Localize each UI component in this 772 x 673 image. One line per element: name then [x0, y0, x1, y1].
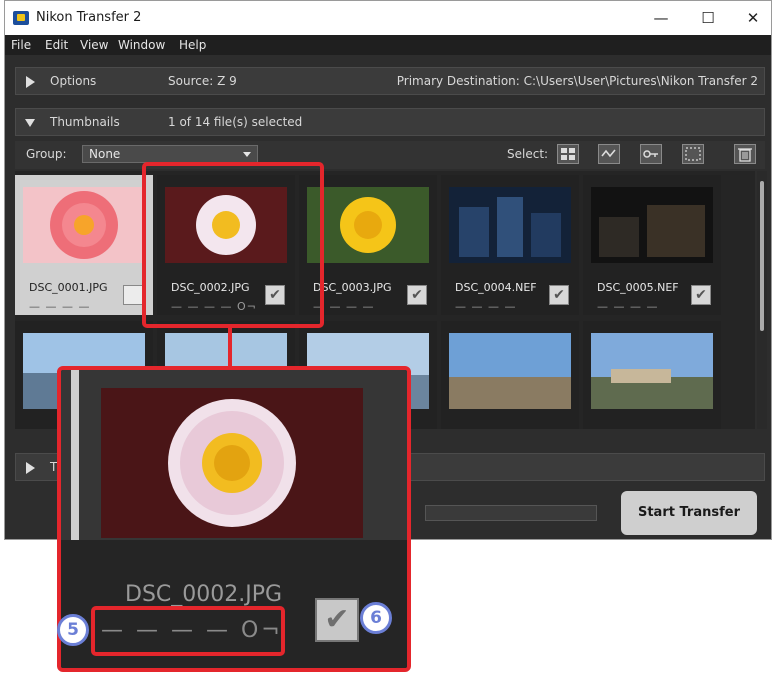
- selection-count: 1 of 14 file(s) selected: [168, 115, 303, 129]
- yellow-rose-photo: [307, 187, 429, 263]
- select-all-icon[interactable]: [557, 144, 579, 164]
- source-label: Source: Z 9: [168, 74, 237, 88]
- checkbox-check-icon[interactable]: ✔: [407, 285, 427, 305]
- expand-arrow-icon[interactable]: [26, 76, 35, 88]
- thumbnail-card[interactable]: DSC_0004.NEF — — — — ✔: [441, 175, 579, 315]
- checkbox-check-icon[interactable]: ✔: [549, 285, 569, 305]
- select-modified-icon[interactable]: [598, 144, 620, 164]
- thumbnail-filename: DSC_0004.NEF: [455, 281, 537, 294]
- thumbnail-card[interactable]: DSC_0005.NEF — — — — ✔: [583, 175, 721, 315]
- dahlia-pink-photo: [23, 187, 145, 263]
- trash-icon[interactable]: [734, 144, 756, 164]
- thumbnail-card[interactable]: [583, 321, 721, 429]
- title-bar: Nikon Transfer 2 — ☐ ✕: [5, 1, 771, 35]
- status-marks: — — — —: [455, 300, 517, 313]
- close-button[interactable]: ✕: [733, 5, 771, 31]
- group-label: Group:: [26, 147, 67, 161]
- menu-view[interactable]: View: [80, 38, 108, 52]
- thumbnail-filename: DSC_0001.JPG: [29, 281, 108, 294]
- thumbnail-card[interactable]: DSC_0001.JPG — — — —: [15, 175, 153, 315]
- callout-number-badge: 6: [360, 602, 392, 634]
- scrollbar-thumb[interactable]: [760, 181, 764, 331]
- callout-number-badge: 5: [57, 614, 89, 646]
- night-city-photo: [449, 187, 571, 263]
- window-title: Nikon Transfer 2: [36, 10, 142, 25]
- menu-help[interactable]: Help: [179, 38, 206, 52]
- thumbnail-toolbar: Group: None Select:: [15, 141, 765, 169]
- destination-label: Primary Destination: C:\Users\User\Pictu…: [396, 74, 758, 88]
- harbor-photo: [449, 333, 571, 409]
- options-label: Options: [50, 74, 97, 88]
- zoomed-status-marks: — — — — O¬: [101, 618, 283, 643]
- status-marks: — — — —: [597, 300, 659, 313]
- thumbnail-scrollbar[interactable]: [757, 171, 767, 429]
- thumbnail-card[interactable]: [441, 321, 579, 429]
- transfer-progress-bar: [425, 505, 597, 521]
- thumbnails-label: Thumbnails: [50, 115, 120, 129]
- maximize-button[interactable]: ☐: [688, 5, 728, 31]
- thumbnail-filename: DSC_0005.NEF: [597, 281, 679, 294]
- checkbox-check-icon[interactable]: ✔: [315, 598, 359, 642]
- night-street-photo: [591, 187, 713, 263]
- deselect-icon[interactable]: [682, 144, 704, 164]
- select-label: Select:: [507, 147, 549, 161]
- zoomed-thumbnail-callout: DSC_0002.JPG — — — — O¬ ✔: [57, 366, 411, 672]
- transfer-checkbox[interactable]: [123, 285, 143, 305]
- options-panel-header[interactable]: Options Source: Z 9 Primary Destination:…: [15, 67, 765, 95]
- group-value: None: [89, 147, 121, 161]
- menu-window[interactable]: Window: [118, 38, 165, 52]
- zoomed-daisy-photo: [101, 388, 363, 538]
- collapse-arrow-icon[interactable]: [25, 119, 35, 127]
- island-building-photo: [591, 333, 713, 409]
- highlight-frame: [142, 162, 324, 328]
- menu-file[interactable]: File: [11, 38, 31, 52]
- thumbnail-filename: DSC_0003.JPG: [313, 281, 392, 294]
- thumbnails-panel-header[interactable]: Thumbnails 1 of 14 file(s) selected: [15, 108, 765, 136]
- start-transfer-button[interactable]: Start Transfer: [621, 491, 757, 535]
- menu-edit[interactable]: Edit: [45, 38, 68, 52]
- chevron-down-icon: [243, 152, 251, 157]
- status-marks: — — — —: [29, 300, 91, 313]
- checkbox-check-icon[interactable]: ✔: [691, 285, 711, 305]
- menu-bar: File Edit View Window Help: [5, 35, 771, 55]
- select-protected-icon[interactable]: [640, 144, 662, 164]
- expand-arrow-icon[interactable]: [26, 462, 35, 474]
- minimize-button[interactable]: —: [641, 5, 681, 31]
- connector-line: [228, 326, 232, 368]
- group-dropdown[interactable]: None: [82, 145, 258, 163]
- zoomed-filename: DSC_0002.JPG: [125, 582, 283, 607]
- nikon-transfer-icon: [13, 11, 29, 25]
